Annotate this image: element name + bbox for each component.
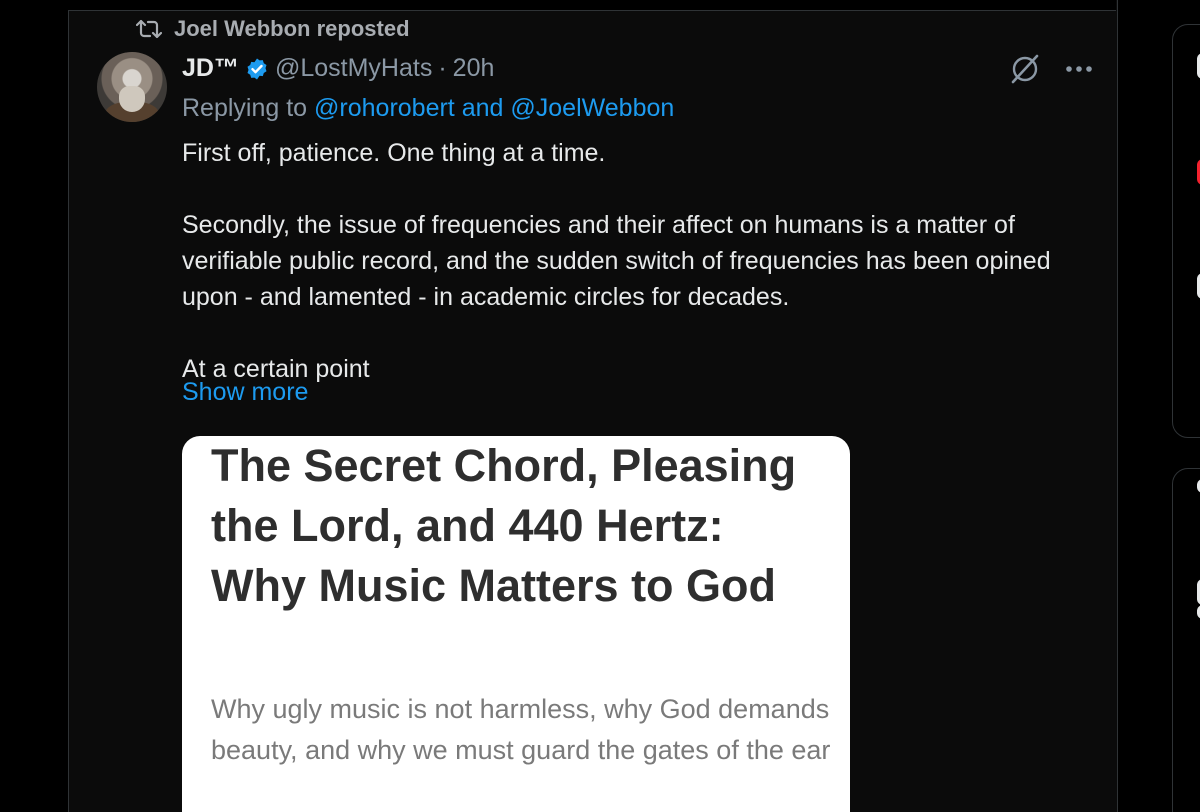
grok-icon[interactable] [1008, 52, 1042, 86]
avatar[interactable] [97, 52, 167, 122]
tweet-paragraph: At a certain point [182, 355, 370, 383]
media-card[interactable]: The Secret Chord, Pleasing the Lord, and… [182, 436, 850, 812]
reply-user-link[interactable]: @rohorobert [314, 94, 455, 122]
side-panel [1172, 468, 1200, 812]
repost-icon [136, 19, 162, 39]
reply-and: and [461, 94, 504, 122]
tweet-paragraph: First off, patience. One thing at a time… [182, 139, 606, 167]
timestamp[interactable]: 20h [453, 54, 495, 83]
repost-label: Joel Webbon reposted [174, 16, 410, 41]
replying-to: Replying to @rohorobert and @JoelWebbon [182, 94, 674, 123]
reply-user-link[interactable]: @JoelWebbon [510, 94, 674, 122]
replying-prefix: Replying to [182, 94, 308, 122]
more-options-icon[interactable] [1064, 64, 1094, 74]
separator-dot: · [438, 54, 447, 82]
card-title: The Secret Chord, Pleasing the Lord, and… [211, 440, 797, 611]
previous-post-divider [68, 0, 1116, 11]
tweet-actions [1008, 52, 1094, 86]
tweet-paragraph: Secondly, the issue of frequencies and t… [182, 211, 1051, 311]
tweet-body: First off, patience. One thing at a time… [182, 135, 1112, 387]
repost-context[interactable]: Joel Webbon reposted [136, 14, 410, 44]
show-more-link[interactable]: Show more [182, 378, 308, 407]
card-subtitle: Why ugly music is not harmless, why God … [211, 694, 831, 765]
display-name[interactable]: JD™ [182, 54, 239, 83]
tweet-header: JD™ @LostMyHats · 20h [182, 54, 494, 83]
user-handle[interactable]: @LostMyHats [275, 54, 432, 83]
side-panel [1172, 24, 1200, 438]
verified-badge-icon[interactable] [245, 57, 269, 81]
app-viewport: Joel Webbon reposted JD™ @LostMyHats · 2… [0, 0, 1200, 812]
